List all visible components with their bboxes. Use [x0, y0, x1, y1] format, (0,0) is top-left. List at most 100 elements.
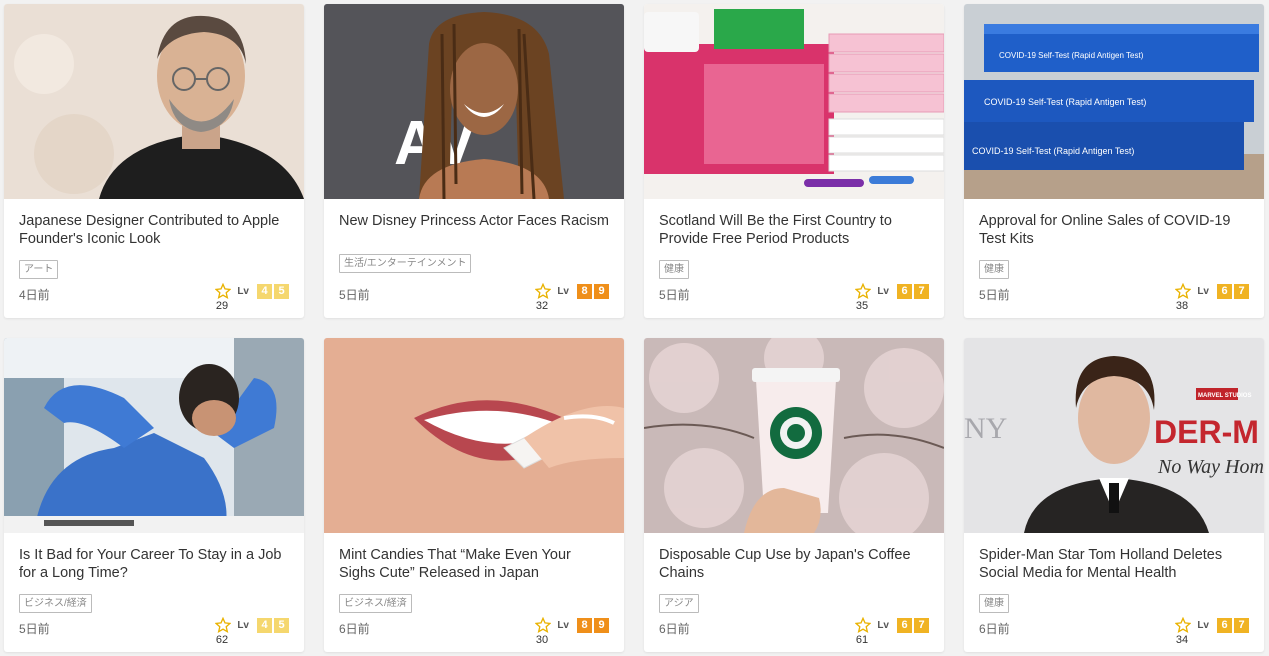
level-indicator: Lv 6 7: [1175, 617, 1249, 633]
article-card[interactable]: AV New Disney Princess Actor Faces Racis…: [324, 4, 624, 318]
level-badge: 6: [897, 617, 912, 633]
article-card[interactable]: Japanese Designer Contributed to Apple F…: [4, 4, 304, 318]
level-indicator: Lv 8 9: [535, 617, 609, 633]
article-grid: Japanese Designer Contributed to Apple F…: [0, 0, 1269, 656]
level-badge: 8: [577, 283, 592, 299]
star-count: 34: [1175, 634, 1189, 646]
article-thumbnail[interactable]: [324, 338, 624, 533]
star-count: 35: [855, 300, 869, 312]
category-tag[interactable]: 健康: [979, 594, 1009, 613]
star-icon[interactable]: [855, 617, 872, 633]
article-title[interactable]: Spider-Man Star Tom Holland Deletes Soci…: [979, 546, 1251, 582]
level-label: Lv: [237, 619, 249, 631]
star-count: 32: [535, 300, 549, 312]
level-badge: 6: [897, 283, 912, 299]
level-label: Lv: [877, 285, 889, 297]
level-badge: 6: [1217, 283, 1232, 299]
level-label: Lv: [237, 285, 249, 297]
article-thumbnail[interactable]: COVID-19 Self-Test (Rapid Antigen Test) …: [964, 4, 1264, 199]
portrait-image: [4, 4, 304, 199]
backdrop-logo: NY: [964, 412, 1007, 445]
box-label: COVID-19 Self-Test (Rapid Antigen Test): [972, 146, 1134, 156]
products-image: [644, 4, 944, 199]
portrait-image: AV: [324, 4, 624, 199]
article-card[interactable]: Is It Bad for Your Career To Stay in a J…: [4, 338, 304, 652]
level-indicator: Lv 8 9: [535, 283, 609, 299]
level-badge: 4: [257, 283, 272, 299]
article-thumbnail[interactable]: [4, 4, 304, 199]
level-indicator: Lv 6 7: [1175, 283, 1249, 299]
star-icon[interactable]: [215, 617, 232, 633]
article-title[interactable]: Japanese Designer Contributed to Apple F…: [19, 212, 291, 248]
star-count: 62: [215, 634, 229, 646]
star-count: 30: [535, 634, 549, 646]
article-date: 6日前: [979, 622, 1010, 636]
level-badge: 7: [914, 617, 929, 633]
level-badge: 5: [274, 617, 289, 633]
level-label: Lv: [557, 619, 569, 631]
category-tag[interactable]: アート: [19, 260, 59, 279]
star-icon[interactable]: [1175, 283, 1192, 299]
article-card[interactable]: Mint Candies That “Make Even Your Sighs …: [324, 338, 624, 652]
article-title[interactable]: Scotland Will Be the First Country to Pr…: [659, 212, 931, 248]
level-badge: 9: [594, 283, 609, 299]
level-badge: 6: [1217, 617, 1232, 633]
article-date: 5日前: [339, 288, 370, 302]
smile-image: [324, 338, 624, 533]
premiere-image: NY MARVEL STUDIOS DER-M No Way Hom: [964, 338, 1264, 533]
category-tag[interactable]: 生活/エンターテインメント: [339, 254, 472, 273]
star-icon[interactable]: [535, 283, 552, 299]
article-thumbnail[interactable]: [644, 4, 944, 199]
level-label: Lv: [557, 285, 569, 297]
level-label: Lv: [877, 619, 889, 631]
article-date: 5日前: [659, 288, 690, 302]
article-date: 5日前: [19, 622, 50, 636]
star-icon[interactable]: [535, 617, 552, 633]
article-title[interactable]: Is It Bad for Your Career To Stay in a J…: [19, 546, 291, 582]
backdrop-subtitle: No Way Hom: [1157, 456, 1264, 478]
article-card[interactable]: Scotland Will Be the First Country to Pr…: [644, 4, 944, 318]
test-kit-image: COVID-19 Self-Test (Rapid Antigen Test) …: [964, 4, 1264, 199]
article-title[interactable]: New Disney Princess Actor Faces Racism: [339, 212, 611, 230]
level-badge: 9: [594, 617, 609, 633]
star-count: 38: [1175, 300, 1189, 312]
level-badge: 7: [914, 283, 929, 299]
level-label: Lv: [1197, 285, 1209, 297]
article-title[interactable]: Approval for Online Sales of COVID-19 Te…: [979, 212, 1251, 248]
star-icon[interactable]: [1175, 617, 1192, 633]
star-icon[interactable]: [215, 283, 232, 299]
level-badge: 8: [577, 617, 592, 633]
box-label: COVID-19 Self-Test (Rapid Antigen Test): [984, 97, 1146, 107]
box-label: COVID-19 Self-Test (Rapid Antigen Test): [999, 51, 1144, 60]
category-tag[interactable]: ビジネス/経済: [19, 594, 92, 613]
article-card[interactable]: Disposable Cup Use by Japan's Coffee Cha…: [644, 338, 944, 652]
category-tag[interactable]: 健康: [659, 260, 689, 279]
article-title[interactable]: Mint Candies That “Make Even Your Sighs …: [339, 546, 611, 582]
level-indicator: Lv 4 5: [215, 283, 289, 299]
backdrop-logo: MARVEL STUDIOS: [1198, 393, 1251, 399]
category-tag[interactable]: アジア: [659, 594, 699, 613]
article-card[interactable]: NY MARVEL STUDIOS DER-M No Way Hom Spide…: [964, 338, 1264, 652]
article-title[interactable]: Disposable Cup Use by Japan's Coffee Cha…: [659, 546, 931, 582]
category-tag[interactable]: 健康: [979, 260, 1009, 279]
level-indicator: Lv 4 5: [215, 617, 289, 633]
article-thumbnail[interactable]: NY MARVEL STUDIOS DER-M No Way Hom: [964, 338, 1264, 533]
level-badge: 4: [257, 617, 272, 633]
backdrop-title: DER-M: [1154, 414, 1259, 450]
level-badge: 5: [274, 283, 289, 299]
coffee-image: [644, 338, 944, 533]
level-badge: 7: [1234, 283, 1249, 299]
office-image: [4, 338, 304, 533]
article-date: 6日前: [659, 622, 690, 636]
star-count: 61: [855, 634, 869, 646]
star-icon[interactable]: [855, 283, 872, 299]
level-indicator: Lv 6 7: [855, 617, 929, 633]
article-card[interactable]: COVID-19 Self-Test (Rapid Antigen Test) …: [964, 4, 1264, 318]
level-label: Lv: [1197, 619, 1209, 631]
article-thumbnail[interactable]: [644, 338, 944, 533]
level-badge: 7: [1234, 617, 1249, 633]
category-tag[interactable]: ビジネス/経済: [339, 594, 412, 613]
star-count: 29: [215, 300, 229, 312]
article-thumbnail[interactable]: AV: [324, 4, 624, 199]
article-thumbnail[interactable]: [4, 338, 304, 533]
